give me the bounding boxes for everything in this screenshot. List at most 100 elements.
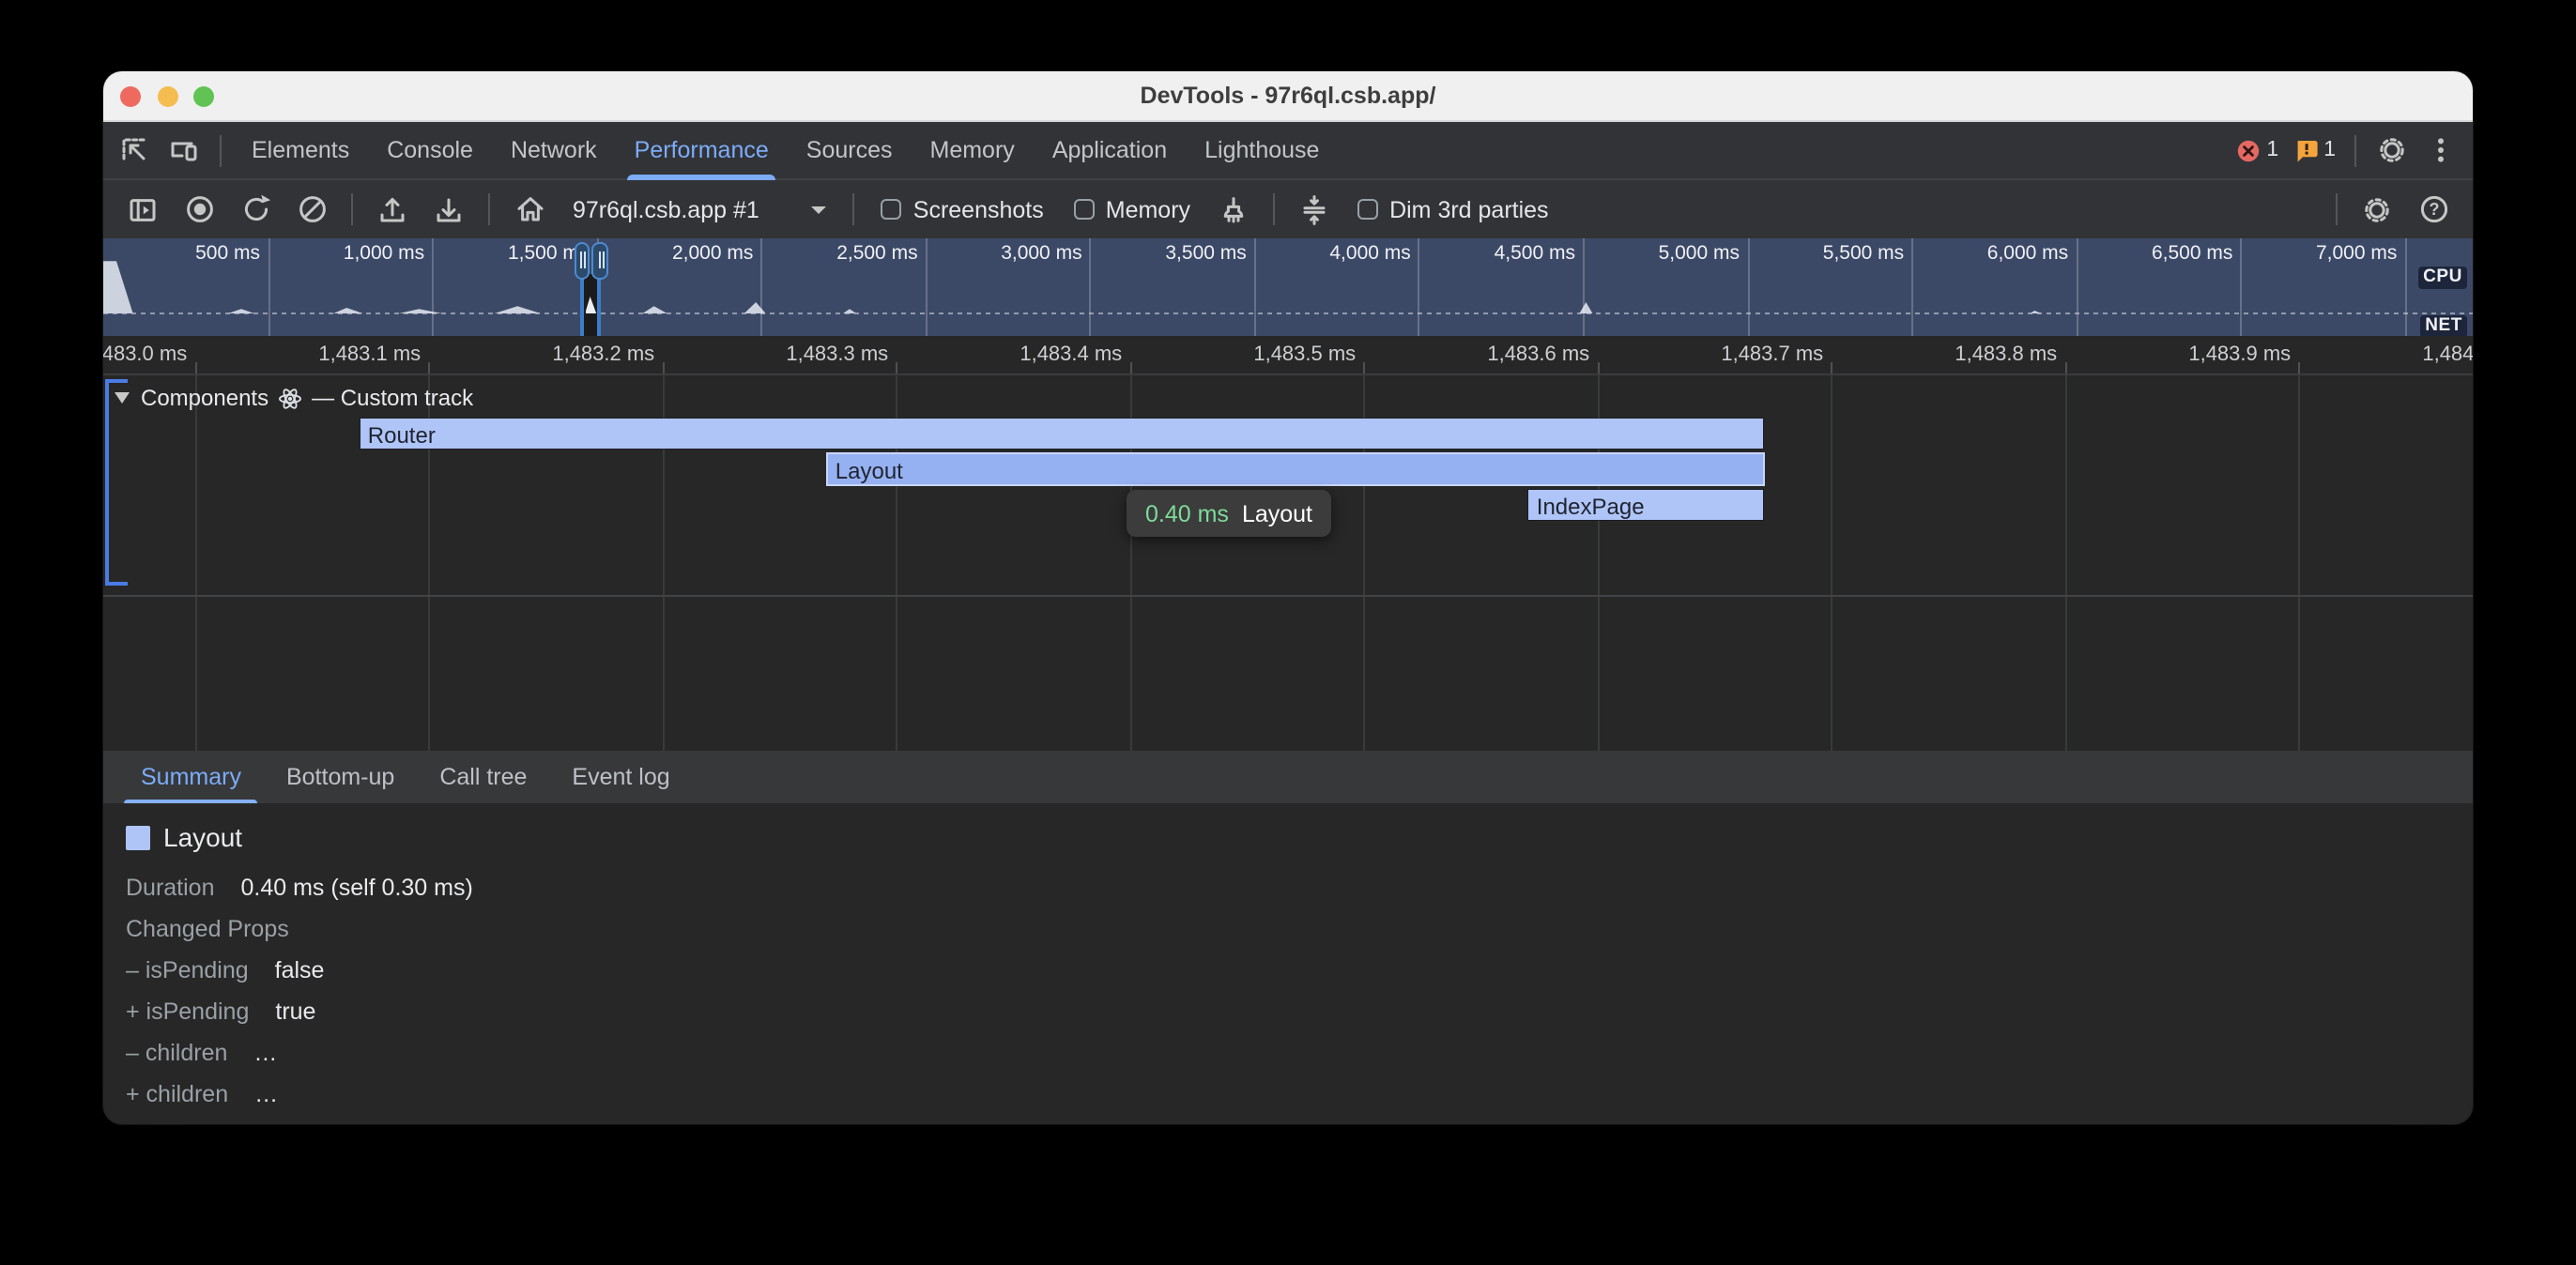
- cpu-lane-label: CPU: [2418, 267, 2467, 289]
- detail-tick-label: 1,483.9 ms: [2065, 342, 2291, 368]
- summary-row: Duration0.40 ms (self 0.30 ms): [126, 867, 2473, 908]
- overview-tick-label: 4,000 ms: [1244, 242, 1411, 265]
- flame-bar-indexpage[interactable]: IndexPage: [1529, 490, 1763, 520]
- detail-tick-label: 1,483.2 ms: [429, 342, 654, 368]
- tab-elements[interactable]: Elements: [233, 121, 368, 179]
- inspect-element-button[interactable]: [111, 128, 160, 173]
- collapse-arrows-icon: [1299, 194, 1329, 224]
- selection-right-handle[interactable]: [592, 241, 608, 279]
- tab-event-log[interactable]: Event log: [549, 751, 692, 803]
- flame-bar-layout[interactable]: Layout: [828, 454, 1763, 484]
- flame-bar-router[interactable]: Router: [360, 419, 1763, 449]
- divider: [220, 134, 222, 166]
- overview-gridline: [2404, 238, 2406, 336]
- tab-bottom-up[interactable]: Bottom-up: [264, 751, 417, 803]
- live-metrics-button[interactable]: [507, 187, 552, 232]
- checkbox-icon: [882, 199, 902, 220]
- react-atom-icon: [278, 386, 302, 410]
- minimize-button[interactable]: [157, 85, 177, 106]
- more-options-button[interactable]: [2416, 128, 2465, 173]
- flame-bar-label: Layout: [828, 458, 903, 484]
- dim-3rd-parties-checkbox[interactable]: Dim 3rd parties: [1357, 196, 1549, 222]
- device-toolbar-button[interactable]: [160, 128, 208, 173]
- summary-row-value: …: [253, 1040, 277, 1066]
- tab-console[interactable]: Console: [368, 121, 492, 179]
- summary-row-value: true: [275, 998, 315, 1025]
- gear-icon: [2377, 135, 2407, 165]
- record-and-reload-button[interactable]: [233, 187, 278, 232]
- detail-time-ruler[interactable]: 1,483.0 ms1,483.1 ms1,483.2 ms1,483.3 ms…: [103, 336, 2473, 375]
- screenshots-checkbox[interactable]: Screenshots: [882, 196, 1044, 222]
- download-profile-button[interactable]: [426, 187, 471, 232]
- console-error-badge[interactable]: 1: [2236, 138, 2278, 162]
- history-dropdown-label: 97r6ql.csb.app #1: [573, 196, 759, 222]
- summary-row-label: – isPending: [126, 957, 249, 983]
- detail-tick-label: 1,483.6 ms: [1364, 342, 1589, 368]
- overview-tick-label: 6,000 ms: [1901, 242, 2068, 265]
- tab-summary[interactable]: Summary: [118, 751, 264, 803]
- reload-icon: [239, 193, 271, 225]
- overview-tick-label: 2,000 ms: [586, 242, 753, 265]
- record-icon: [183, 193, 215, 225]
- summary-event-name: Layout: [163, 822, 242, 852]
- tooltip-name: Layout: [1242, 500, 1312, 526]
- selection-left-handle[interactable]: [574, 241, 590, 279]
- divider: [351, 193, 353, 225]
- clear-button[interactable]: [289, 187, 334, 232]
- selection-left-line: [580, 274, 584, 336]
- track-expander-icon[interactable]: [115, 392, 130, 404]
- garbage-collect-button[interactable]: [1211, 187, 1256, 232]
- record-button[interactable]: [176, 187, 222, 232]
- detail-tick-label: 1,484.0 ms: [2299, 342, 2473, 368]
- summary-row-label: Duration: [126, 875, 215, 901]
- summary-title-row: Layout: [126, 822, 2473, 852]
- track-header[interactable]: Components — Custom track: [115, 385, 473, 411]
- home-icon: [514, 193, 545, 225]
- tab-application[interactable]: Application: [1034, 121, 1186, 179]
- devtools-tab-bar: Elements Console Network Performance Sou…: [103, 122, 2473, 180]
- divider: [2354, 134, 2356, 166]
- svg-text:?: ?: [2429, 200, 2439, 219]
- detail-tick-label: 1,483.0 ms: [103, 342, 187, 368]
- flame-bar-label: IndexPage: [1529, 494, 1645, 520]
- overview-tick-label: 500 ms: [103, 242, 260, 265]
- selection-right-line: [597, 274, 601, 336]
- cpu-spike-in-selection: [585, 297, 596, 313]
- history-dropdown[interactable]: 97r6ql.csb.app #1: [558, 196, 842, 222]
- capture-settings-button[interactable]: [2354, 187, 2400, 232]
- timeline-overview[interactable]: 500 ms1,000 ms1,500 ms2,000 ms2,500 ms3,…: [103, 238, 2473, 336]
- tab-network[interactable]: Network: [492, 121, 616, 179]
- close-button[interactable]: [120, 85, 141, 106]
- toggle-sidebar-button[interactable]: [120, 187, 165, 232]
- performance-toolbar: 97r6ql.csb.app #1 Screenshots Memory: [103, 180, 2473, 238]
- help-button[interactable]: ?: [2411, 187, 2456, 232]
- flame-bar-label: Router: [360, 422, 436, 449]
- summary-row: + children…: [126, 1074, 2473, 1115]
- tab-lighthouse[interactable]: Lighthouse: [1186, 121, 1338, 179]
- summary-row-label: – children: [126, 1040, 227, 1066]
- checkbox-icon: [1357, 199, 1378, 220]
- upload-profile-button[interactable]: [370, 187, 415, 232]
- net-lane-label: NET: [2420, 315, 2467, 336]
- tab-performance[interactable]: Performance: [616, 121, 788, 179]
- collapse-sections-button[interactable]: [1292, 187, 1337, 232]
- summary-row: Changed Props: [126, 908, 2473, 950]
- warning-count: 1: [2323, 139, 2336, 161]
- zoom-button[interactable]: [193, 85, 214, 106]
- tab-call-tree[interactable]: Call tree: [417, 751, 549, 803]
- console-warning-badge[interactable]: 1: [2293, 138, 2336, 162]
- summary-panel: Layout Duration0.40 ms (self 0.30 ms)Cha…: [103, 803, 2473, 1072]
- selected-range: [580, 274, 602, 336]
- tab-sources[interactable]: Sources: [788, 121, 912, 179]
- flame-chart-area[interactable]: Components — Custom track Router Layout In…: [103, 375, 2473, 751]
- help-icon: ?: [2417, 193, 2449, 225]
- settings-button[interactable]: [2368, 128, 2416, 173]
- summary-row: – isPendingfalse: [126, 950, 2473, 991]
- dim-3rd-parties-label: Dim 3rd parties: [1389, 196, 1549, 222]
- device-toolbar-icon: [167, 135, 201, 165]
- panel-left-icon: [128, 194, 158, 224]
- detail-tick-label: 1,483.1 ms: [195, 342, 421, 368]
- tab-memory[interactable]: Memory: [912, 121, 1034, 179]
- memory-checkbox[interactable]: Memory: [1074, 196, 1190, 222]
- inspect-icon: [120, 135, 150, 165]
